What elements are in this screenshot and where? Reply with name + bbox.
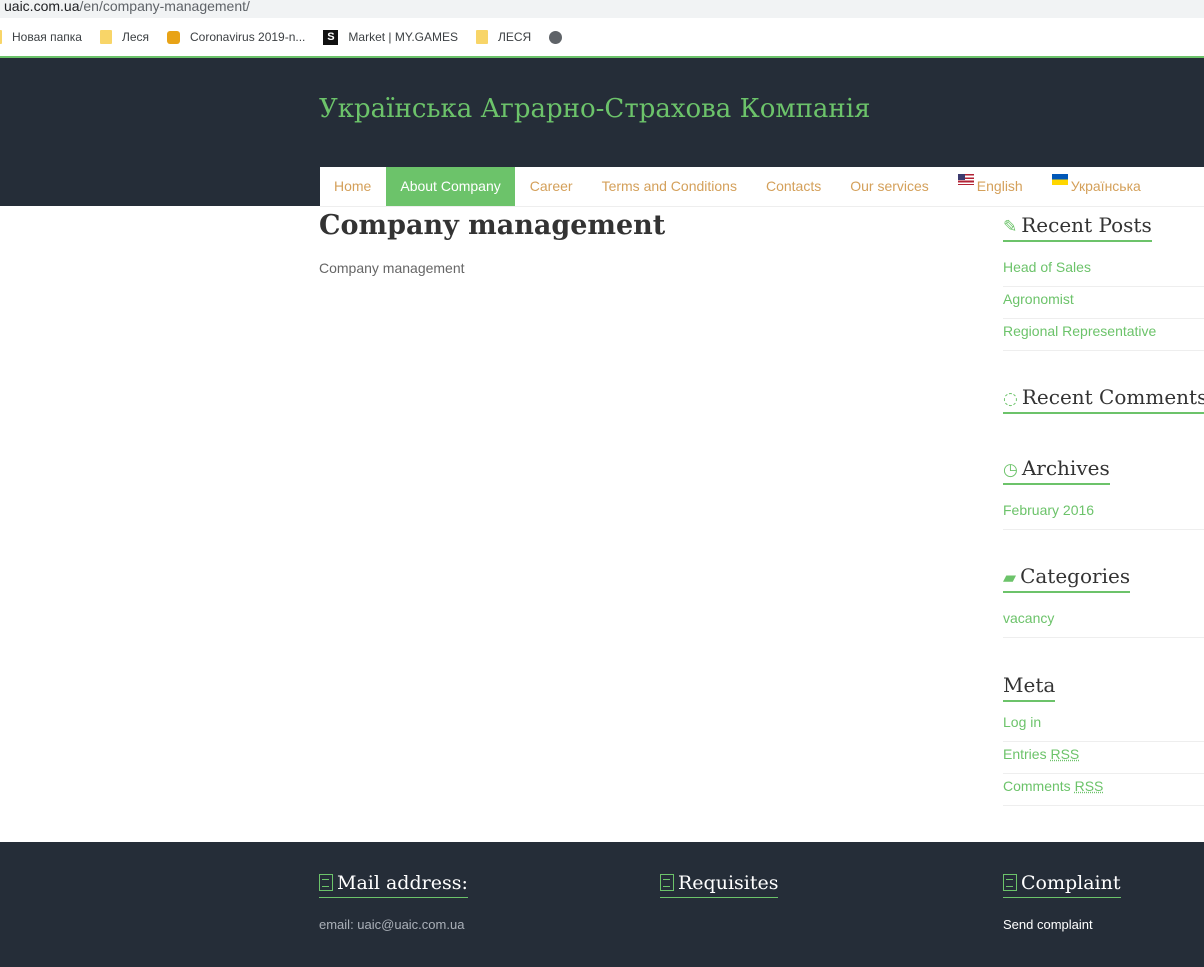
- rss-abbr: RSS: [1050, 746, 1080, 762]
- pencil-icon: ✎: [1003, 217, 1018, 237]
- bookmark-label: Coronavirus 2019-n...: [190, 30, 306, 44]
- nav-lang-label: English: [976, 178, 1023, 194]
- site-footer: Mail address: email: uaic@uaic.com.ua Re…: [0, 842, 1204, 967]
- url-host: uaic.com.ua: [4, 0, 80, 14]
- footer-requisites-title: Requisites: [660, 872, 779, 898]
- globe-icon: [549, 30, 563, 44]
- footer-email-text: email: uaic@uaic.com.ua: [319, 917, 465, 932]
- rss-abbr: RSS: [1074, 778, 1104, 794]
- ua-flag-icon: [1051, 174, 1068, 185]
- meta-link-label: Comments: [1003, 778, 1071, 794]
- recent-post-link[interactable]: Head of Sales: [1003, 255, 1204, 287]
- site-title[interactable]: Українська Аграрно-Страхова Компанія: [319, 94, 870, 124]
- bookmark-coronavirus[interactable]: Coronavirus 2019-n...: [167, 30, 305, 44]
- coronavirus-site-icon: [167, 30, 180, 44]
- widget-title: Archives: [1021, 456, 1110, 480]
- widget-title: Recent Posts: [1021, 213, 1152, 237]
- document-icon: [319, 874, 333, 891]
- bookmark-folder-lesya-caps[interactable]: ЛЕСЯ: [476, 30, 531, 44]
- widget-title: Categories: [1020, 564, 1131, 588]
- bookmark-label: Леся: [121, 30, 149, 44]
- widget-title: Recent Comments: [1021, 385, 1204, 409]
- bookmark-folder-new[interactable]: Новая папка: [0, 30, 82, 44]
- meta-comments-rss-link[interactable]: Comments RSS: [1003, 774, 1204, 806]
- recent-post-link[interactable]: Regional Representative: [1003, 319, 1204, 351]
- folder-icon: [0, 30, 2, 44]
- bookmark-label: Новая папка: [12, 30, 82, 44]
- nav-home[interactable]: Home: [320, 167, 385, 206]
- bookmark-label: ЛЕСЯ: [498, 30, 532, 44]
- folder-open-icon: ▰: [1003, 568, 1017, 588]
- sidebar: ✎ Recent Posts Head of Sales Agronomist R…: [1003, 206, 1204, 806]
- widget-title: Meta: [1003, 673, 1056, 702]
- site-header: Українська Аграрно-Страхова Компанія Hom…: [0, 58, 1204, 207]
- bookmark-globe[interactable]: [549, 30, 572, 44]
- bookmark-label: Market | MY.GAMES: [348, 30, 458, 44]
- comments-icon: ◌: [1003, 389, 1018, 409]
- bookmark-folder-lesya[interactable]: Леся: [99, 30, 149, 44]
- widget-recent-comments: ◌ Recent Comments: [1003, 385, 1204, 414]
- widget-recent-posts: ✎ Recent Posts Head of Sales Agronomist R…: [1003, 213, 1204, 351]
- archive-link[interactable]: February 2016: [1003, 498, 1204, 530]
- nav-career[interactable]: Career: [516, 167, 587, 206]
- footer-complaint-title: Complaint: [1003, 872, 1121, 898]
- url-path: /en/company-management/: [79, 0, 250, 14]
- recent-post-link[interactable]: Agronomist: [1003, 287, 1204, 319]
- meta-login-link[interactable]: Log in: [1003, 710, 1204, 742]
- mygames-icon: S: [323, 29, 339, 45]
- folder-icon: [476, 30, 488, 44]
- nav-lang-english[interactable]: English: [944, 167, 1037, 206]
- footer-mail-title: Mail address:: [319, 872, 468, 898]
- nav-lang-label: Українська: [1070, 178, 1141, 194]
- widget-categories: ▰ Categories vacancy: [1003, 564, 1204, 638]
- page-title: Company management: [319, 210, 666, 241]
- footer-title-text: Complaint: [1021, 872, 1121, 894]
- us-flag-icon: [957, 174, 974, 185]
- nav-terms[interactable]: Terms and Conditions: [588, 167, 751, 206]
- send-complaint-link[interactable]: Send complaint: [1003, 917, 1093, 932]
- clock-icon: ◷: [1003, 460, 1018, 480]
- address-bar[interactable]: uaic.com.ua/en/company-management/: [0, 0, 1204, 18]
- folder-icon: [99, 30, 112, 44]
- category-link[interactable]: vacancy: [1003, 606, 1204, 638]
- nav-lang-ukrainian[interactable]: Українська: [1038, 167, 1155, 206]
- widget-archives: ◷ Archives February 2016: [1003, 456, 1204, 530]
- bookmark-mygames[interactable]: S Market | MY.GAMES: [323, 29, 458, 45]
- meta-entries-rss-link[interactable]: Entries RSS: [1003, 742, 1204, 774]
- footer-title-text: Requisites: [678, 872, 779, 894]
- nav-contacts[interactable]: Contacts: [752, 167, 835, 206]
- nav-about-company[interactable]: About Company: [386, 167, 515, 206]
- footer-title-text: Mail address:: [337, 872, 468, 894]
- page-body-text: Company management: [319, 260, 465, 276]
- nav-our-services[interactable]: Our services: [836, 167, 943, 206]
- document-icon: [660, 874, 674, 891]
- meta-link-label: Entries: [1003, 746, 1047, 762]
- main-nav: Home About Company Career Terms and Cond…: [320, 167, 1204, 207]
- widget-meta: Meta Log in Entries RSS Comments RSS: [1003, 673, 1204, 806]
- bookmarks-bar: Новая папка Леся Coronavirus 2019-n... S…: [0, 18, 1204, 56]
- document-icon: [1003, 874, 1017, 891]
